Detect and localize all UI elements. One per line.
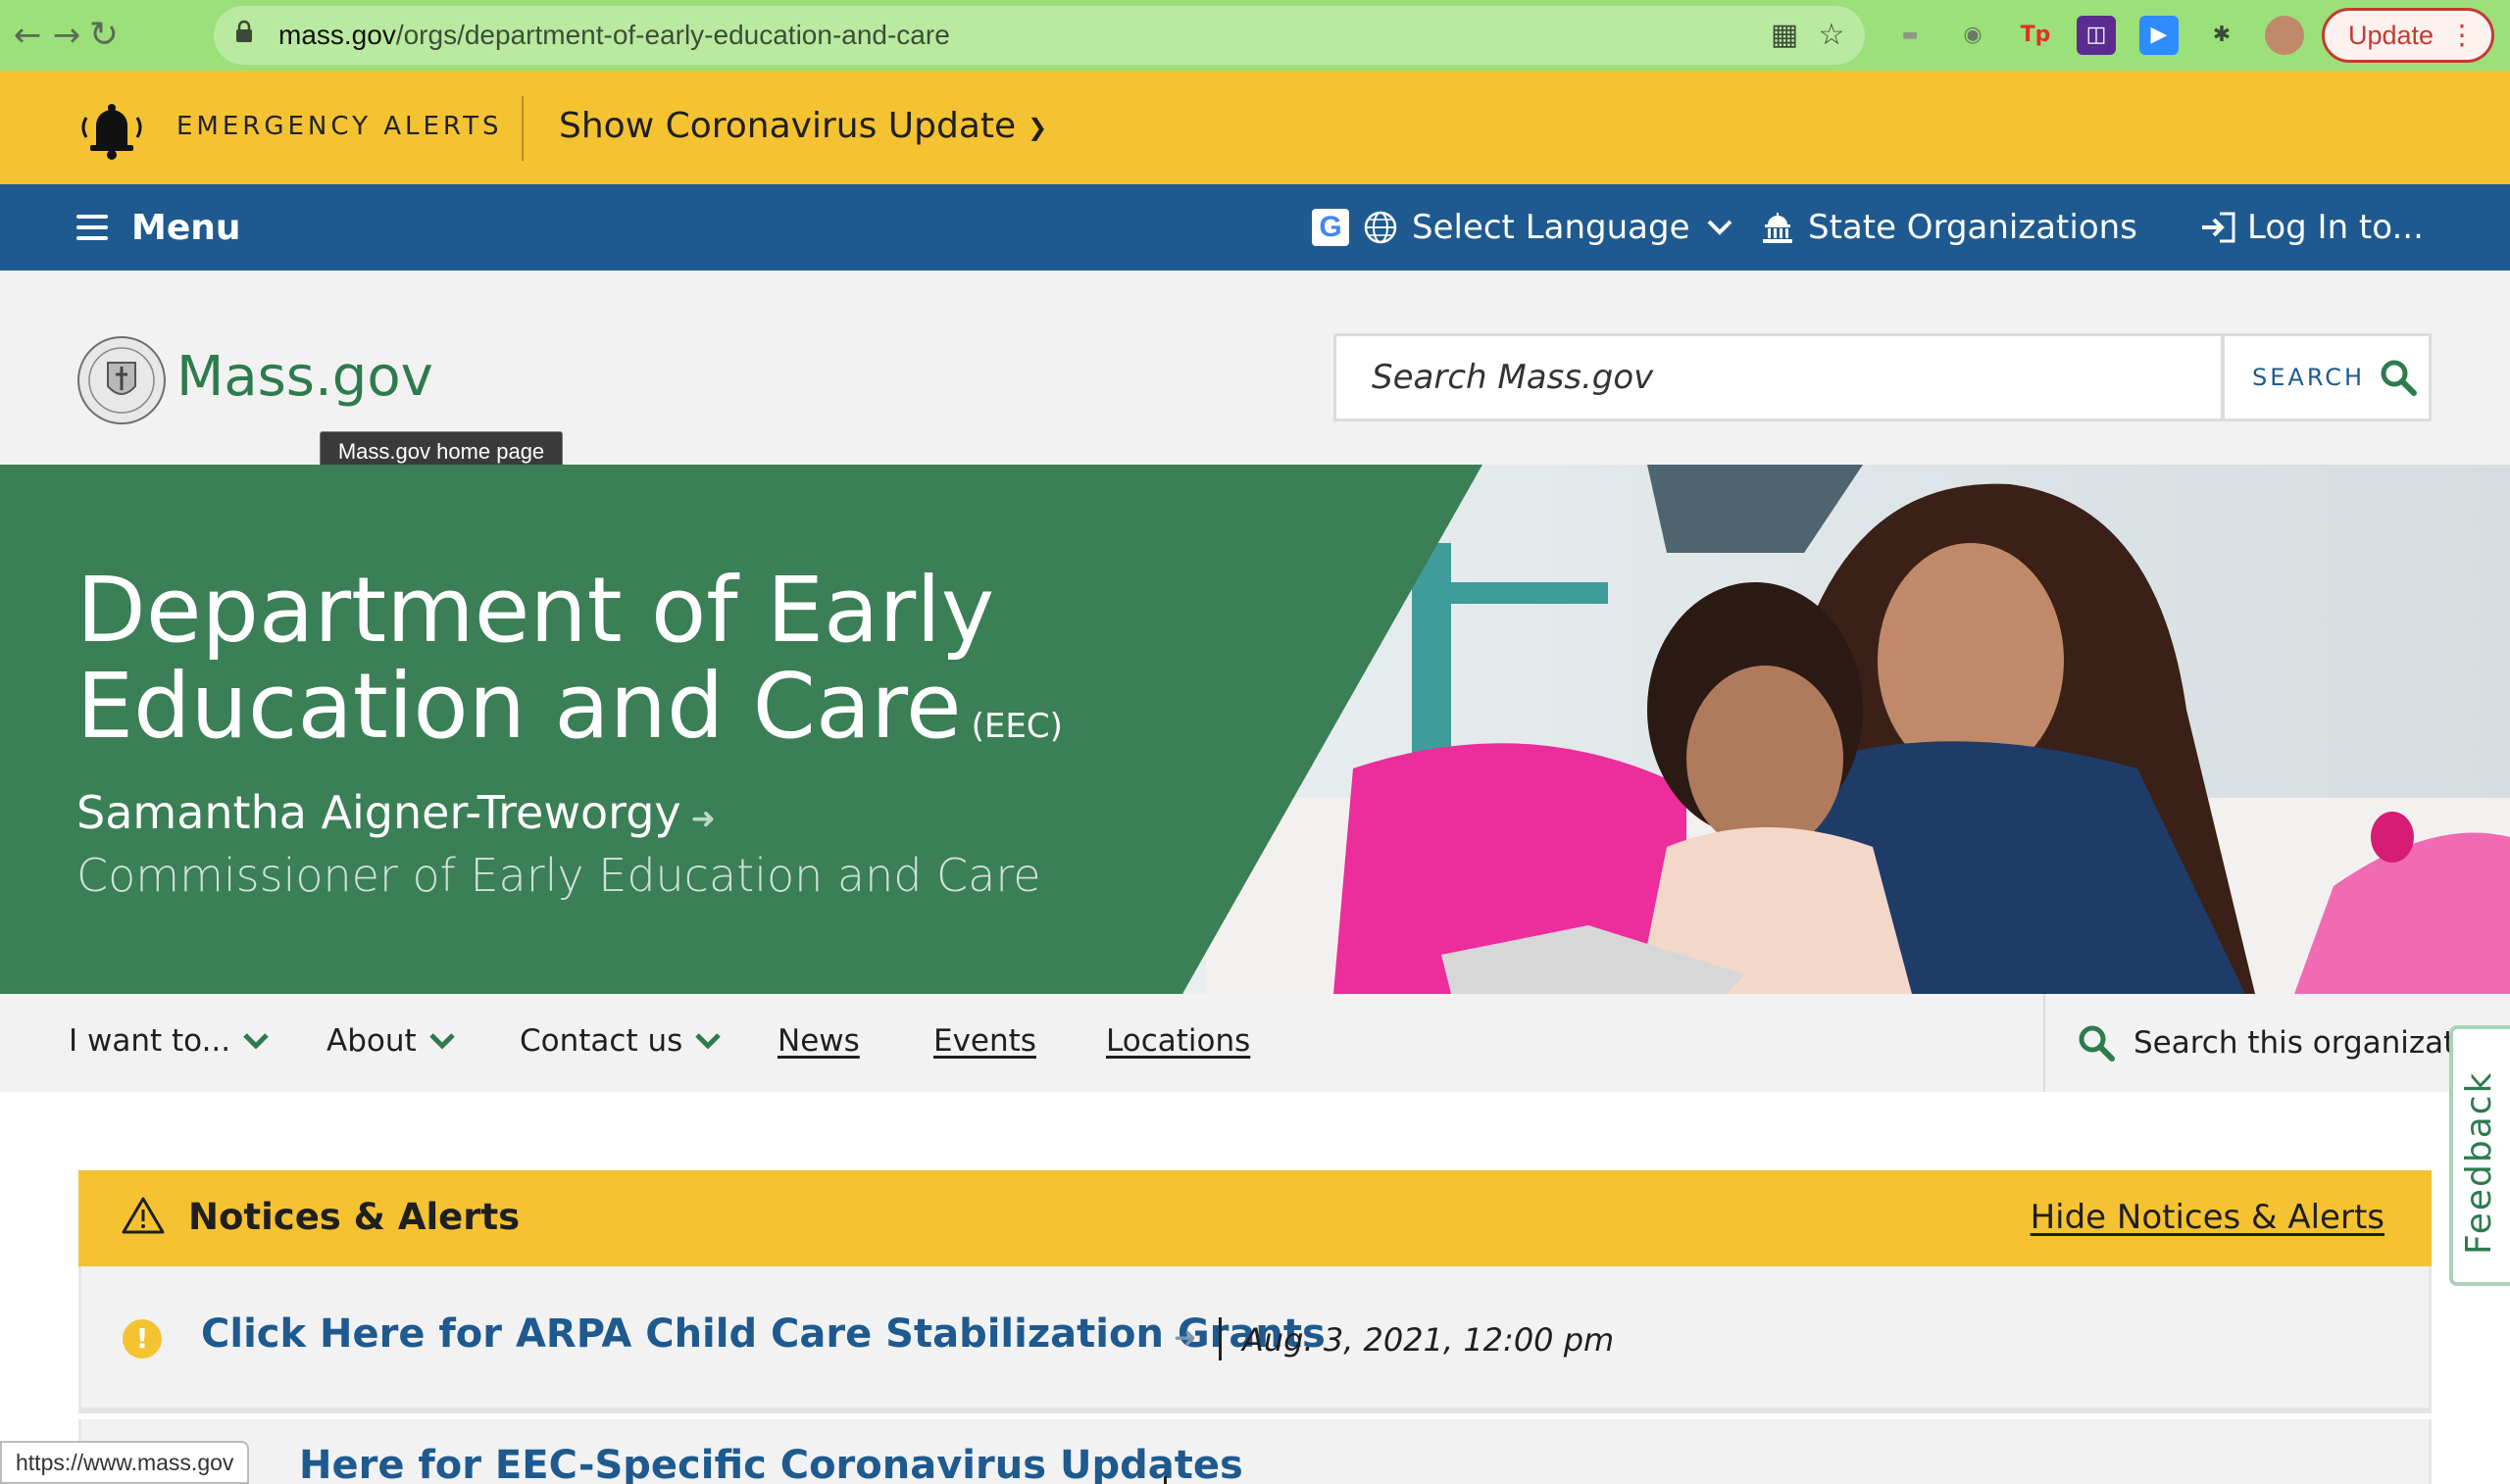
- state-organizations-button[interactable]: State Organizations: [1761, 204, 2137, 251]
- more-icon: ⋮: [2448, 20, 2476, 50]
- search-this-organization-label: Search this organization: [2134, 1025, 2502, 1061]
- google-icon: G: [1312, 209, 1349, 246]
- search-this-organization-button[interactable]: Search this organization: [2043, 994, 2510, 1092]
- org-hero-banner: Department of Early Education and Care (E…: [0, 465, 2510, 994]
- warning-triangle-icon: [122, 1197, 165, 1234]
- commissioner-link[interactable]: Samantha Aigner-Treworgy ➜: [76, 786, 716, 839]
- mass-gov-home-link[interactable]: Mass.gov: [176, 345, 433, 409]
- exclamation-circle-icon: !: [123, 1319, 162, 1359]
- nav-contact-us-label: Contact us: [520, 1023, 683, 1059]
- menu-label: Menu: [131, 207, 241, 248]
- notice-item: ! Click Here for ARPA Child Care Stabili…: [78, 1266, 2432, 1413]
- notice-link[interactable]: Here for EEC-Specific Coronavirus Update…: [299, 1443, 1243, 1484]
- nav-i-want-to-label: I want to...: [69, 1023, 231, 1059]
- commissioner-title: Commissioner of Early Education and Care: [76, 849, 1041, 902]
- qr-code-icon[interactable]: ▦: [1767, 18, 1802, 53]
- nav-news-link[interactable]: News: [778, 1023, 860, 1059]
- notice-item: Here for EEC-Specific Coronavirus Update…: [78, 1419, 2432, 1484]
- select-language-button[interactable]: G Select Language: [1312, 204, 1733, 251]
- feedback-label: Feedback: [2459, 1070, 2499, 1255]
- search-button-label: SEARCH: [2252, 364, 2366, 391]
- nav-locations-link[interactable]: Locations: [1106, 1023, 1250, 1059]
- page-title: Department of Early Education and Care (E…: [76, 563, 1063, 774]
- reload-icon[interactable]: ↻: [82, 14, 126, 57]
- site-search-input[interactable]: Search Mass.gov: [1333, 333, 2224, 421]
- extensions-puzzle-icon[interactable]: ✱: [2202, 16, 2241, 55]
- page-title-abbreviation: (EEC): [971, 707, 1063, 746]
- bookmark-star-icon[interactable]: ☆: [1814, 18, 1849, 53]
- login-arrow-icon: [2202, 212, 2235, 243]
- search-icon: [2381, 360, 2418, 396]
- nav-i-want-to[interactable]: I want to...: [69, 1023, 270, 1059]
- nav-about[interactable]: About: [326, 1023, 456, 1059]
- bell-icon: [81, 104, 142, 160]
- emergency-alerts-bar: EMERGENCY ALERTS Show Coronavirus Update…: [0, 71, 2510, 184]
- hamburger-icon: [76, 215, 108, 240]
- notices-alerts-header: Notices & Alerts Hide Notices & Alerts: [78, 1170, 2432, 1266]
- extension-zoom-icon[interactable]: ▶: [2139, 16, 2179, 55]
- hide-notices-alerts-button[interactable]: Hide Notices & Alerts: [2031, 1198, 2384, 1237]
- log-in-label: Log In to...: [2247, 208, 2424, 247]
- browser-status-bar: https://www.mass.gov: [0, 1441, 250, 1484]
- nav-events-link[interactable]: Events: [933, 1023, 1036, 1059]
- arrow-right-icon: ➜: [690, 802, 716, 836]
- arrow-right-icon: ➜: [1174, 1321, 1197, 1354]
- extension-camera-icon[interactable]: ◉: [1953, 16, 1992, 55]
- extension-cart-icon[interactable]: ◫: [2077, 16, 2116, 55]
- site-search-button[interactable]: SEARCH: [2222, 333, 2432, 421]
- nav-contact-us[interactable]: Contact us: [520, 1023, 722, 1059]
- notices-alerts-title: Notices & Alerts: [188, 1196, 521, 1238]
- page-title-line-1: Department of Early: [76, 558, 995, 663]
- address-bar[interactable]: mass.gov/orgs/department-of-early-educat…: [214, 6, 1865, 65]
- organization-nav: I want to... About Contact us News Event…: [0, 994, 2510, 1092]
- feedback-tab[interactable]: Feedback: [2449, 1025, 2510, 1286]
- divider: [522, 96, 524, 161]
- state-organizations-label: State Organizations: [1808, 208, 2137, 247]
- extension-tp-icon[interactable]: Tp: [2016, 16, 2055, 55]
- extension-battery-icon[interactable]: ▬: [1890, 16, 1930, 55]
- notice-date: Aug. 3, 2021, 12:00 pm: [1242, 1321, 1615, 1359]
- divider: [1219, 1317, 1222, 1360]
- chevron-down-icon: [695, 1033, 722, 1050]
- menu-button[interactable]: Menu: [76, 204, 241, 251]
- lock-icon: [236, 20, 252, 42]
- browser-toolbar: ← → ↻ mass.gov/orgs/department-of-early-…: [0, 0, 2510, 71]
- utility-nav: Menu G Select Language State Organizatio…: [0, 184, 2510, 271]
- capitol-building-icon: [1763, 213, 1792, 243]
- select-language-label: Select Language: [1412, 208, 1690, 247]
- chevron-down-icon: ❯: [1028, 114, 1048, 141]
- search-icon: [2079, 1025, 2115, 1062]
- chevron-down-icon: [243, 1033, 269, 1050]
- massachusetts-seal-icon[interactable]: [76, 335, 167, 425]
- notice-link[interactable]: Click Here for ARPA Child Care Stabiliza…: [201, 1311, 1326, 1357]
- profile-avatar[interactable]: [2265, 16, 2304, 55]
- url-text: mass.gov/orgs/department-of-early-educat…: [278, 20, 950, 50]
- browser-update-button[interactable]: Update ⋮: [2322, 8, 2494, 63]
- chevron-down-icon: [1707, 220, 1732, 235]
- emergency-alerts-label: EMERGENCY ALERTS: [176, 112, 503, 141]
- log-in-button[interactable]: Log In to...: [2200, 204, 2424, 251]
- back-icon[interactable]: ←: [6, 14, 49, 57]
- site-header: Mass.gov Mass.gov home page Search Mass.…: [0, 271, 2510, 470]
- nav-about-label: About: [326, 1023, 417, 1059]
- divider: [1164, 1476, 1167, 1484]
- coronavirus-toggle-label: Show Coronavirus Update: [559, 106, 1017, 146]
- show-coronavirus-update-toggle[interactable]: Show Coronavirus Update ❯: [559, 106, 1047, 146]
- commissioner-name: Samantha Aigner-Treworgy: [76, 786, 681, 839]
- globe-icon: [1364, 211, 1397, 244]
- chevron-down-icon: [428, 1033, 455, 1050]
- page-title-line-2: Education and Care: [76, 654, 962, 759]
